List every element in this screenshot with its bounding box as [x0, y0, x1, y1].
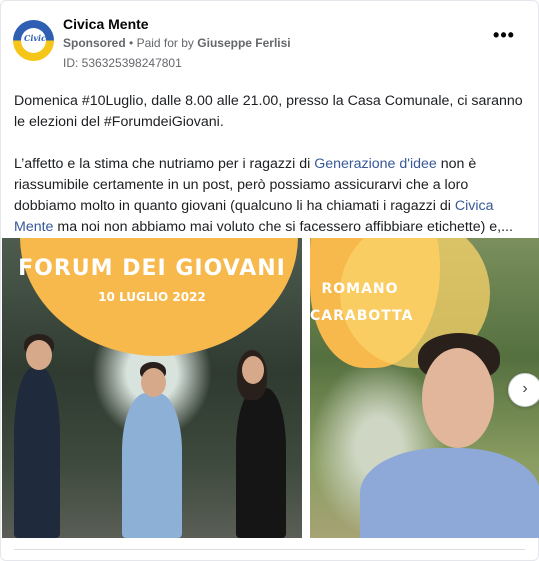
- post-divider: [14, 549, 525, 550]
- post-paragraph-1: Domenica #10Luglio, dalle 8.00 alle 21.0…: [14, 93, 523, 130]
- generazione-link[interactable]: Generazione d'idee: [314, 156, 437, 172]
- person-center-head: [141, 368, 166, 397]
- forum-title: FORUM DEI GIOVANI: [18, 256, 286, 281]
- candidate-first-name: ROMANO: [321, 281, 399, 297]
- sponsorship-line: Sponsored • Paid for by Giuseppe Ferlisi: [63, 36, 291, 50]
- person-left: [14, 368, 60, 538]
- portrait-face: [422, 348, 494, 448]
- paid-for-prefix: Paid for by: [136, 36, 194, 50]
- page-avatar[interactable]: Civica: [13, 20, 54, 61]
- ad-id: ID: 536325398247801: [63, 56, 182, 70]
- post-body: Domenica #10Luglio, dalle 8.00 alle 21.0…: [14, 91, 524, 259]
- payer-name[interactable]: Giuseppe Ferlisi: [197, 36, 290, 50]
- person-right-head: [242, 356, 264, 384]
- candidate-name: ROMANO CARABOTTA: [310, 276, 414, 330]
- carousel-card-1[interactable]: FORUM DEI GIOVANI 10 LUGLIO 2022: [2, 238, 302, 538]
- forum-date: 10 LUGLIO 2022: [98, 290, 206, 304]
- meta-separator: •: [129, 36, 137, 50]
- ad-post-card: Civica Civica Mente Sponsored • Paid for…: [0, 0, 539, 561]
- carousel-card-2[interactable]: ROMANO CARABOTTA: [310, 238, 539, 538]
- post-paragraph-2: L’affetto e la stima che nutriamo per i …: [14, 154, 524, 238]
- paragraph-2-text-1: L’affetto e la stima che nutriamo per i …: [14, 156, 315, 172]
- person-center: [122, 393, 182, 538]
- page-name[interactable]: Civica Mente: [63, 16, 149, 32]
- paragraph-2-text-3: ma noi non abbiamo mai voluto che si fac…: [53, 219, 513, 235]
- avatar-logo: Civica: [21, 28, 46, 53]
- carousel-next-button[interactable]: ›: [508, 373, 539, 407]
- person-right: [236, 388, 286, 538]
- portrait-shirt: [360, 448, 539, 538]
- avatar-logo-text: Civica: [24, 33, 46, 43]
- sponsored-label: Sponsored: [63, 36, 126, 50]
- more-options-button[interactable]: •••: [492, 26, 516, 49]
- person-left-head: [26, 340, 52, 370]
- candidate-last-name: CARABOTTA: [310, 308, 414, 324]
